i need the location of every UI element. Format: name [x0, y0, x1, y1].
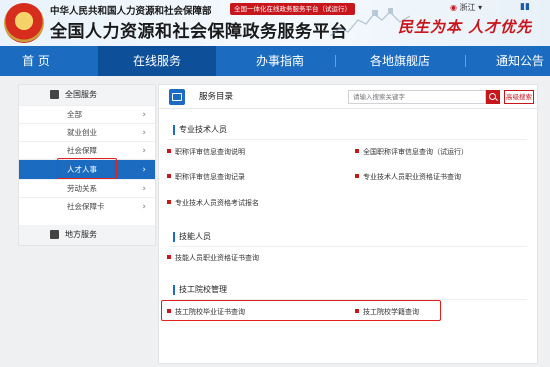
nav-local-stores[interactable]: 各地旗舰店	[345, 46, 455, 76]
search-input[interactable]	[348, 90, 486, 104]
sidebar-item-label: 社会保障卡	[67, 202, 105, 211]
link-item[interactable]: 全国职称评审信息查询（试运行）	[355, 147, 468, 157]
sidebar-item-label: 就业创业	[67, 128, 97, 137]
sidebar-item-ss-card[interactable]: 社会保障卡 ›	[19, 197, 155, 215]
national-emblem-logo: ★	[4, 3, 44, 43]
nav-online-service[interactable]: 在线服务	[98, 46, 216, 76]
location-pin-icon: ◉	[450, 3, 457, 12]
sidebar-item-social-security[interactable]: 社会保障 ›	[19, 141, 155, 159]
link-item[interactable]: 职称评审信息查询记录	[167, 172, 245, 182]
nav-home[interactable]: 首 页	[0, 46, 72, 76]
sidebar-group-national[interactable]: 全国服务	[19, 85, 155, 105]
directory-icon	[169, 89, 185, 105]
chevron-right-icon: ›	[142, 165, 146, 175]
link-text: 职称评审信息查询说明	[175, 148, 245, 156]
bullet-icon	[167, 174, 171, 178]
link-item[interactable]: 职称评审信息查询说明	[167, 147, 245, 157]
sidebar-group-label: 地方服务	[65, 230, 97, 239]
section-title: 专业技术人员	[173, 125, 227, 135]
link-text: 技能人员职业资格证书查询	[175, 254, 259, 262]
nav-divider	[465, 55, 466, 67]
bullet-icon	[167, 255, 171, 259]
slogan: 民生为本 人才优先	[398, 18, 533, 36]
site-header: ★ 中华人民共和国人力资源和社会保障部 全国一体化在线政务服务平台（试运行） 全…	[0, 0, 550, 46]
chevron-down-icon: ▾	[478, 3, 483, 12]
building-icon	[50, 90, 59, 99]
highlight-annotation	[57, 158, 117, 179]
link-text: 全国职称评审信息查询（试运行）	[363, 148, 468, 156]
content-panel: 服务目录 高级搜索 专业技术人员 职称评审信息查询说明 全国职称评审信息查询（试…	[158, 84, 538, 364]
directory-title: 服务目录	[199, 92, 234, 102]
link-item[interactable]: 专业技术人员资格考试报名	[167, 198, 259, 208]
sidebar-item-all[interactable]: 全部 ›	[19, 105, 155, 123]
link-text: 专业技术人员资格考试报名	[175, 199, 259, 207]
region-selector[interactable]: ◉ 浙江 ▾	[450, 2, 482, 13]
link-text: 专业技术人员职业资格证书查询	[363, 173, 461, 181]
sidebar-group-local[interactable]: 地方服务	[19, 225, 155, 245]
nav-divider	[335, 55, 336, 67]
divider	[169, 246, 527, 247]
sidebar-item-labor-relations[interactable]: 劳动关系 ›	[19, 179, 155, 197]
advanced-search-button[interactable]: 高级搜索	[504, 90, 534, 104]
star-icon: ★	[20, 13, 30, 26]
bullet-icon	[355, 149, 359, 153]
building-icon	[50, 230, 59, 239]
section-title: 技能人员	[173, 232, 211, 242]
bullet-icon	[167, 200, 171, 204]
bullet-icon	[167, 149, 171, 153]
site-title: 全国人力资源和社会保障政务服务平台	[50, 22, 348, 42]
sidebar-group-label: 全国服务	[65, 90, 97, 99]
sidebar-item-label: 劳动关系	[67, 184, 97, 193]
main-nav: 首 页 在线服务 办事指南 各地旗舰店 通知公告	[0, 46, 550, 76]
user-icon[interactable]: ▮▮	[520, 2, 534, 12]
search-button[interactable]	[486, 90, 500, 104]
link-item[interactable]: 专业技术人员职业资格证书查询	[355, 172, 461, 182]
nav-notices[interactable]: 通知公告	[480, 46, 550, 76]
chevron-right-icon: ›	[142, 110, 146, 120]
highlight-annotation	[161, 300, 441, 321]
nav-guide[interactable]: 办事指南	[230, 46, 330, 76]
region-label: 浙江	[459, 3, 476, 12]
section-title: 技工院校管理	[173, 285, 227, 295]
org-name: 中华人民共和国人力资源和社会保障部	[50, 6, 212, 17]
chevron-right-icon: ›	[142, 202, 146, 212]
chevron-right-icon: ›	[142, 184, 146, 194]
chevron-right-icon: ›	[142, 146, 146, 156]
content-header: 服务目录 高级搜索	[159, 85, 537, 109]
divider	[169, 139, 527, 140]
link-text: 职称评审信息查询记录	[175, 173, 245, 181]
sidebar-item-label: 全部	[67, 110, 82, 119]
bullet-icon	[355, 174, 359, 178]
chevron-right-icon: ›	[142, 128, 146, 138]
sidebar-item-employment[interactable]: 就业创业 ›	[19, 123, 155, 141]
link-item[interactable]: 技能人员职业资格证书查询	[167, 253, 259, 263]
